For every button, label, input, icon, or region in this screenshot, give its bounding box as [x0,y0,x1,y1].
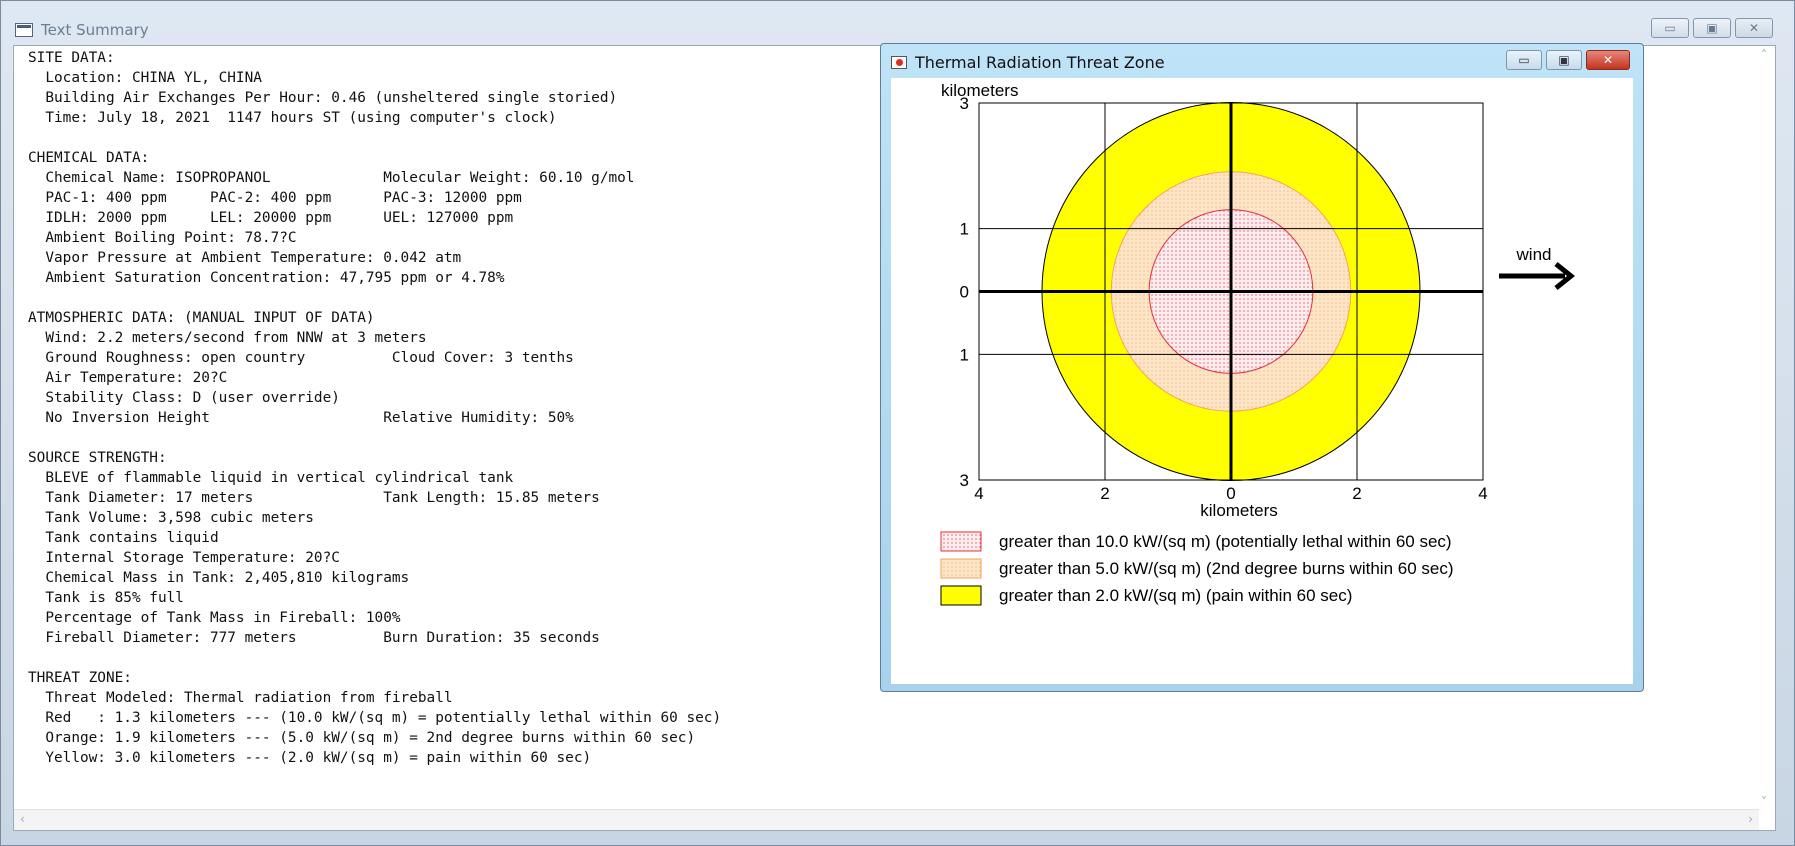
wind-label: wind [1516,245,1552,264]
chart-client: kilometers kilometers 4 2 0 2 4 3 1 0 1 3 wind greate… [891,78,1633,684]
summary-line: Chemical Name: ISOPROPANOL Molecular Wei… [28,170,635,186]
x-axis-label: kilometers [1200,501,1277,520]
minimize-button[interactable]: ▭ [1651,18,1689,38]
main-window-title: Text Summary [41,21,149,39]
y-tick-label: 3 [960,94,969,113]
legend-swatch-yellow [940,585,982,606]
threat-zone-chart: kilometerskilometers4 2 0 2 431013windgreate… [940,81,1576,606]
summary-line: Fireball Diameter: 777 meters Burn Durat… [28,630,600,646]
x-tick-label: 4 [1478,484,1487,503]
summary-line: Tank Volume: 3,598 cubic meters [28,510,314,526]
summary-line: Ambient Saturation Concentration: 47,795… [28,270,505,286]
x-tick-label: 2 [1352,484,1361,503]
summary-line: Ground Roughness: open country Cloud Cov… [28,350,574,366]
close-button[interactable]: ✕ [1735,18,1773,38]
legend-label-yellow: greater than 2.0 kW/(sq m) (pain within … [999,586,1352,605]
horizontal-scrollbar[interactable]: ‹ › [14,809,1759,830]
vertical-scrollbar[interactable]: ˄ ˅ [1757,46,1775,811]
summary-line: Time: July 18, 2021 1147 hours ST (using… [28,110,557,126]
summary-line: IDLH: 2000 ppm LEL: 20000 ppm UEL: 12700… [28,210,514,226]
y-tick-label: 1 [960,220,969,239]
scroll-left-icon[interactable]: ‹ [20,812,25,826]
chart-close-button[interactable]: ✕ [1586,50,1630,70]
summary-line [28,128,888,148]
scroll-down-icon[interactable]: ˅ [1761,795,1767,809]
threat-zone-icon [891,55,907,69]
summary-line: Chemical Mass in Tank: 2,405,810 kilogra… [28,570,410,586]
y-tick-label: 1 [960,345,969,364]
x-tick-label: 2 [1100,484,1109,503]
app-icon [15,23,33,37]
summary-line: SOURCE STRENGTH: [28,450,167,466]
summary-line [28,428,888,448]
summary-text: SITE DATA: Location: CHINA YL, CHINA Bui… [28,48,888,768]
legend-swatch-red [940,531,982,552]
summary-line: Vapor Pressure at Ambient Temperature: 0… [28,250,462,266]
summary-line [28,648,888,668]
summary-line: Location: CHINA YL, CHINA [28,70,262,86]
summary-line [28,288,888,308]
summary-line: CHEMICAL DATA: [28,150,150,166]
summary-line: SITE DATA: [28,50,115,66]
x-tick-label: 4 [974,484,983,503]
summary-line: Red : 1.3 kilometers --- (10.0 kW/(sq m)… [28,710,722,726]
summary-line: Wind: 2.2 meters/second from NNW at 3 me… [28,330,427,346]
summary-line: Tank contains liquid [28,530,219,546]
summary-line: Air Temperature: 20?C [28,370,228,386]
summary-line: BLEVE of flammable liquid in vertical cy… [28,470,514,486]
chart-window-title: Thermal Radiation Threat Zone [915,52,1165,72]
summary-line: ATMOSPHERIC DATA: (MANUAL INPUT OF DATA) [28,310,375,326]
x-tick-label: 0 [1226,484,1235,503]
chart-title-bar: Thermal Radiation Threat Zone [891,52,1165,72]
main-title-bar: Text Summary [15,19,149,41]
threat-zone-window[interactable]: Thermal Radiation Threat Zone ▭ ▣ ✕ kilo… [880,43,1644,692]
chart-maximize-button[interactable]: ▣ [1546,50,1582,70]
summary-line: THREAT ZONE: [28,670,132,686]
summary-line: Tank is 85% full [28,590,184,606]
y-tick-label: 0 [960,283,969,302]
chart-minimize-button[interactable]: ▭ [1506,50,1542,70]
summary-line: PAC-1: 400 ppm PAC-2: 400 ppm PAC-3: 120… [28,190,522,206]
summary-line: Stability Class: D (user override) [28,390,340,406]
summary-line: Percentage of Tank Mass in Fireball: 100… [28,610,401,626]
y-axis-label: kilometers [941,81,1018,100]
summary-line: Yellow: 3.0 kilometers --- (2.0 kW/(sq m… [28,750,592,766]
summary-line: Threat Modeled: Thermal radiation from f… [28,690,453,706]
summary-line: Internal Storage Temperature: 20?C [28,550,340,566]
legend-swatch-orange [940,558,982,579]
summary-line: Building Air Exchanges Per Hour: 0.46 (u… [28,90,618,106]
maximize-button[interactable]: ▣ [1693,18,1731,38]
summary-line: Tank Diameter: 17 meters Tank Length: 15… [28,490,600,506]
summary-line: Orange: 1.9 kilometers --- (5.0 kW/(sq m… [28,730,696,746]
chart-window-controls: ▭ ▣ ✕ [1506,50,1630,70]
y-tick-label: 3 [960,471,969,490]
scroll-right-icon[interactable]: › [1748,812,1753,826]
legend-label-orange: greater than 5.0 kW/(sq m) (2nd degree b… [999,559,1454,578]
summary-line: No Inversion Height Relative Humidity: 5… [28,410,574,426]
legend-label-red: greater than 10.0 kW/(sq m) (potentially… [999,532,1452,551]
scroll-up-icon[interactable]: ˄ [1761,48,1767,62]
main-window-controls: ▭ ▣ ✕ [1651,18,1773,38]
summary-line: Ambient Boiling Point: 78.7?C [28,230,297,246]
